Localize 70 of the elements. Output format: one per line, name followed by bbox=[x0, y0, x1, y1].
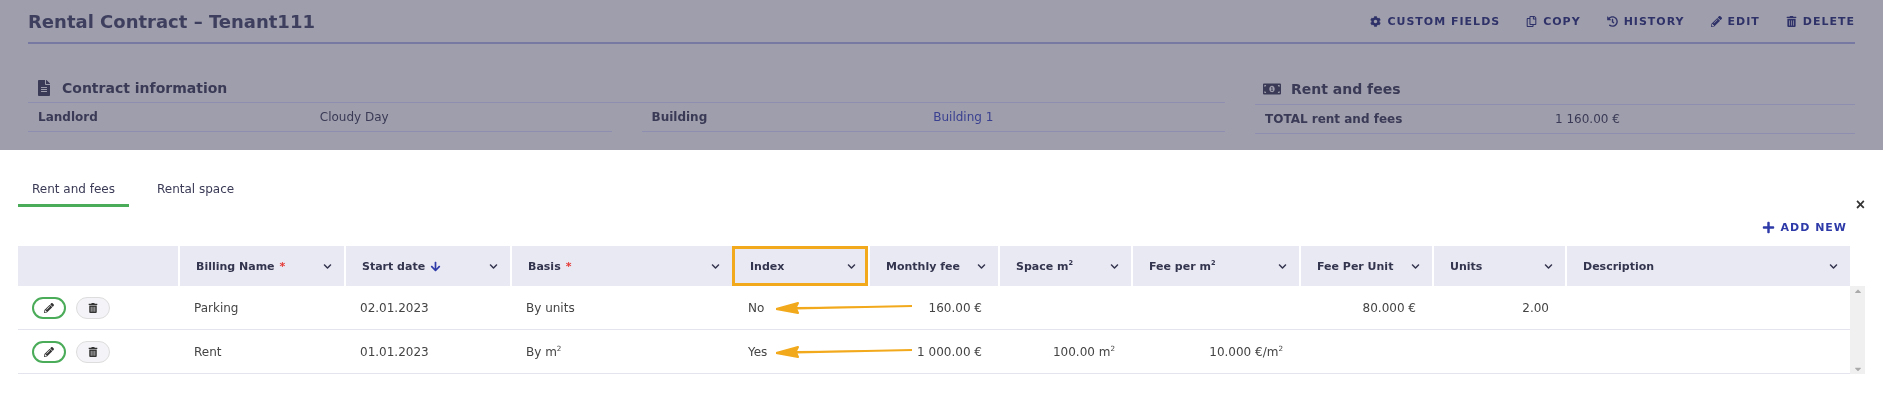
field-link[interactable]: Building 1 bbox=[933, 110, 1215, 124]
column-header[interactable]: Fee per m$^{2}$ bbox=[1131, 246, 1299, 286]
field-label: TOTAL rent and fees bbox=[1265, 112, 1404, 126]
required-mark: * bbox=[565, 259, 572, 273]
pencil-icon bbox=[44, 302, 54, 313]
trash-icon bbox=[88, 346, 98, 357]
chevron-icon bbox=[489, 261, 498, 271]
delete-button[interactable] bbox=[76, 296, 110, 319]
close-button[interactable]: × bbox=[1855, 196, 1865, 214]
section-title: Contract information bbox=[62, 80, 228, 96]
table-cell: Rent bbox=[194, 344, 222, 359]
history-icon bbox=[1606, 15, 1618, 27]
delete-button[interactable] bbox=[76, 340, 110, 363]
pencil-icon bbox=[44, 346, 54, 357]
table-cell: No bbox=[748, 300, 765, 315]
chevron-icon bbox=[1411, 261, 1420, 271]
tab[interactable]: Rental space bbox=[142, 176, 249, 207]
table-cell: 10.000 €/m$^{2}$ bbox=[1209, 344, 1283, 359]
trash-icon bbox=[88, 302, 98, 313]
delete-icon bbox=[1785, 15, 1797, 27]
column-header[interactable]: Index bbox=[732, 246, 868, 286]
chevron-icon bbox=[1278, 261, 1287, 271]
field-label: Landlord bbox=[38, 110, 99, 124]
table-cell: 2.00 bbox=[1522, 300, 1549, 315]
table-cell: 01.01.2023 bbox=[360, 344, 429, 359]
column-header[interactable]: Basis * bbox=[510, 246, 732, 286]
plus-icon bbox=[1761, 221, 1775, 234]
edit-button[interactable] bbox=[32, 296, 66, 319]
column-header[interactable]: Units bbox=[1432, 246, 1565, 286]
edit-button[interactable] bbox=[32, 340, 66, 363]
column-header[interactable]: Monthly fee bbox=[868, 246, 998, 286]
toolbar-link[interactable]: EDIT bbox=[1710, 14, 1760, 28]
chevron-icon bbox=[847, 261, 856, 271]
sort-icon bbox=[430, 260, 442, 272]
toolbar-link[interactable]: CUSTOM FIELDS bbox=[1370, 14, 1501, 28]
column-header[interactable]: Start date bbox=[344, 246, 510, 286]
field-label: Building bbox=[651, 110, 709, 124]
table-cell: By units bbox=[526, 300, 575, 315]
table-cell: By m$^{2}$ bbox=[526, 344, 562, 359]
chevron-icon bbox=[977, 261, 986, 271]
table-cell: Yes bbox=[748, 344, 768, 359]
table-cell: 100.00 m$^{2}$ bbox=[1052, 344, 1115, 359]
chevron-icon bbox=[1829, 261, 1838, 271]
copy-icon bbox=[1526, 15, 1538, 27]
settings-icon bbox=[1370, 15, 1382, 27]
column-header[interactable]: Fee Per Unit bbox=[1299, 246, 1432, 286]
add-new-link[interactable]: ADD NEW bbox=[1761, 221, 1847, 234]
column-header[interactable]: Space m$^{2}$ bbox=[998, 246, 1131, 286]
field-value: Cloudy Day bbox=[319, 110, 390, 124]
required-mark: * bbox=[279, 259, 286, 273]
table-cell: Parking bbox=[194, 300, 239, 315]
toolbar-link[interactable]: COPY bbox=[1526, 14, 1581, 28]
section-title: Rent and fees bbox=[1291, 81, 1401, 97]
tab[interactable]: Rent and fees bbox=[18, 176, 129, 207]
toolbar-link[interactable]: DELETE bbox=[1785, 14, 1855, 28]
table-cell: 80.000 € bbox=[1362, 300, 1416, 315]
chevron-icon bbox=[1110, 261, 1119, 271]
table-cell: 160.00 € bbox=[928, 300, 982, 315]
table-cell: 1 000.00 € bbox=[917, 344, 982, 359]
chevron-icon bbox=[711, 261, 720, 271]
table-cell: 02.01.2023 bbox=[360, 300, 429, 315]
page-title: Rental Contract – Tenant111 bbox=[28, 10, 315, 32]
chevron-icon bbox=[323, 261, 332, 271]
edit-icon bbox=[1710, 15, 1722, 27]
field-value: 1 160.00 € bbox=[1555, 112, 1621, 126]
column-header[interactable]: Description bbox=[1565, 246, 1850, 286]
column-header[interactable]: Billing Name * bbox=[178, 246, 344, 286]
document-icon bbox=[36, 80, 52, 96]
chevron-icon bbox=[1544, 261, 1553, 271]
toolbar-link[interactable]: HISTORY bbox=[1606, 14, 1685, 28]
